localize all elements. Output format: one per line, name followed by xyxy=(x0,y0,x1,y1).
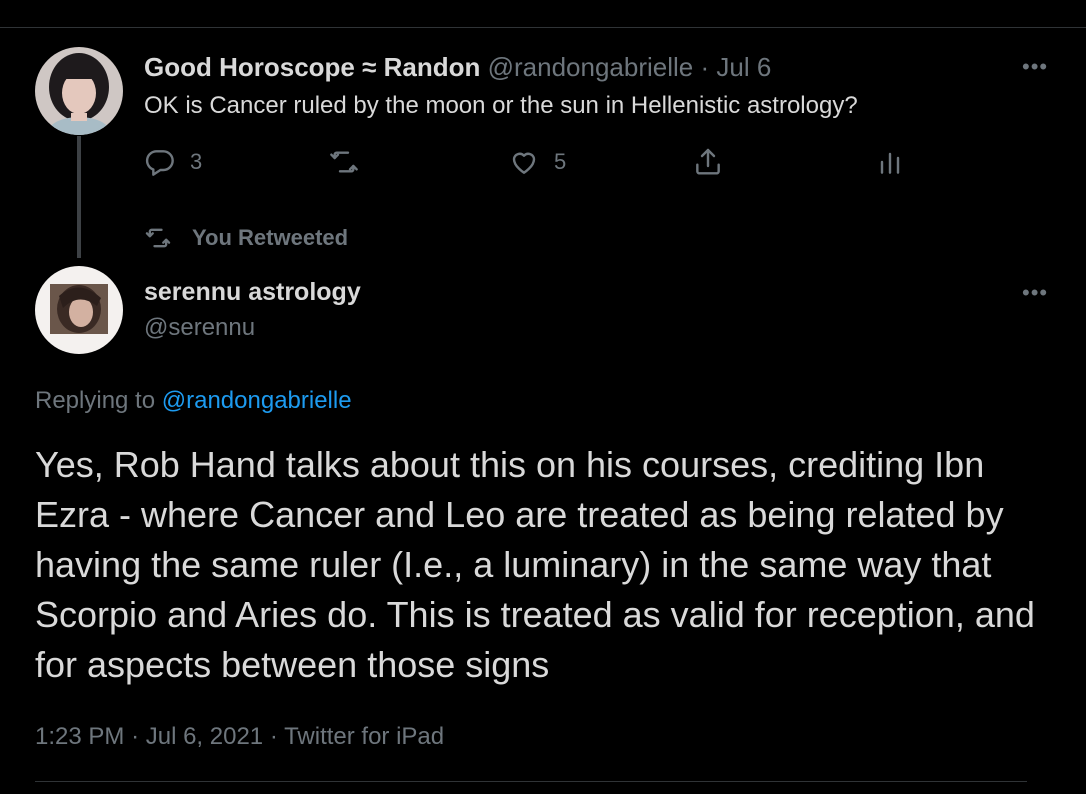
tweet2-display-name[interactable]: serennu astrology xyxy=(144,278,361,307)
tweet1-more-button[interactable]: ••• xyxy=(1022,54,1048,80)
tweet2-more-button[interactable]: ••• xyxy=(1022,280,1048,306)
reply-button[interactable]: 3 xyxy=(144,146,202,178)
replying-prefix: Replying to xyxy=(35,387,156,414)
top-border xyxy=(0,0,1086,28)
like-button[interactable]: 5 xyxy=(508,146,566,178)
reply-icon xyxy=(145,150,174,176)
replying-to: Replying to @randongabrielle xyxy=(35,387,352,415)
tweet2-source[interactable]: Twitter for iPad xyxy=(284,723,444,750)
replying-to-link[interactable]: @randongabrielle xyxy=(162,387,352,414)
retweet-button[interactable] xyxy=(328,146,360,178)
retweet-icon xyxy=(330,151,358,173)
timestamp-separator: · xyxy=(131,723,140,750)
tweet1-handle[interactable]: @randongabrielle xyxy=(488,52,694,82)
tweet2-date[interactable]: Jul 6, 2021 xyxy=(146,723,263,750)
tweet1-actions: 3 5 xyxy=(0,146,1086,182)
retweeted-banner: You Retweeted xyxy=(144,224,348,252)
tweet2-timestamp: 1:23 PM · Jul 6, 2021 · Twitter for iPad xyxy=(35,723,444,751)
tweet1-date[interactable]: Jul 6 xyxy=(716,52,771,82)
bottom-divider xyxy=(35,781,1027,782)
timestamp-separator: · xyxy=(269,723,278,750)
like-icon xyxy=(512,152,536,174)
retweet-icon xyxy=(145,228,171,248)
tweet2-text: Yes, Rob Hand talks about this on his co… xyxy=(35,444,1035,685)
tweet1-display-name[interactable]: Good Horoscope ≈ Randon xyxy=(144,52,480,82)
reply-count: 3 xyxy=(190,149,203,174)
share-icon xyxy=(696,148,720,175)
tweet1-separator: · xyxy=(700,52,710,82)
analytics-icon xyxy=(880,152,900,174)
share-button[interactable] xyxy=(692,146,724,178)
avatar-serennu[interactable] xyxy=(35,266,123,354)
tweet1-text: OK is Cancer ruled by the moon or the su… xyxy=(144,92,858,119)
tweet2-time[interactable]: 1:23 PM xyxy=(35,723,124,750)
like-count: 5 xyxy=(554,149,567,174)
avatar-good-horoscope[interactable] xyxy=(35,47,123,135)
analytics-button[interactable] xyxy=(874,146,906,178)
retweeted-label: You Retweeted xyxy=(192,225,349,250)
tweet1-header: Good Horoscope ≈ Randon @randongabrielle… xyxy=(144,52,771,83)
tweet2-handle[interactable]: @serennu xyxy=(144,314,255,342)
